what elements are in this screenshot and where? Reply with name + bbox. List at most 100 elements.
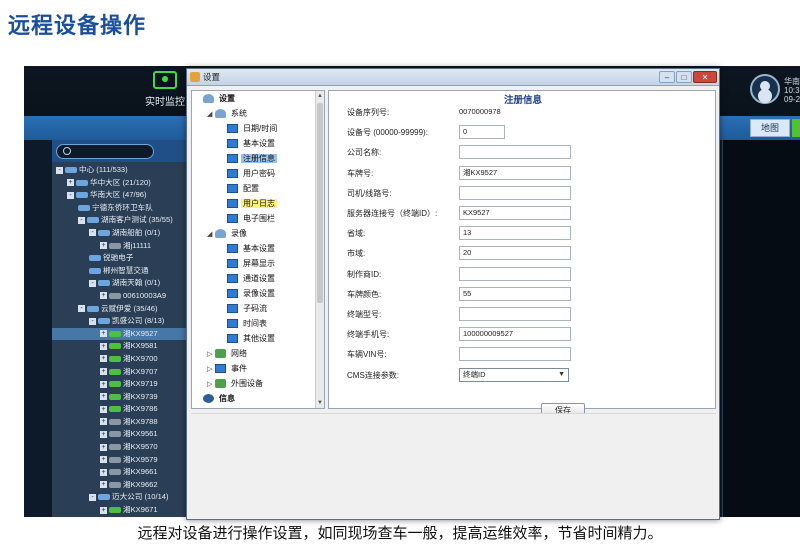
settings-tree-item[interactable]: ◢ 系统 bbox=[192, 106, 324, 121]
scroll-down-icon[interactable]: ▼ bbox=[317, 399, 323, 407]
expand-icon[interactable]: + bbox=[100, 342, 107, 350]
collapse-icon[interactable]: - bbox=[78, 216, 85, 224]
settings-tree-item[interactable]: 基本设置 bbox=[192, 136, 324, 151]
device-tree-row[interactable]: - 迈大公司 (10/14) bbox=[52, 491, 207, 504]
device-tree-row[interactable]: + 湘KX9719 bbox=[52, 378, 207, 391]
settings-tree-item[interactable]: 配置 bbox=[192, 181, 324, 196]
device-tree-row[interactable]: - 中心 (111/533) bbox=[52, 164, 207, 177]
settings-tree-item[interactable]: 基本设置 bbox=[192, 241, 324, 256]
settings-tree-item[interactable]: 其他设置 bbox=[192, 331, 324, 346]
device-tree-row[interactable]: + 湘j11111 bbox=[52, 240, 207, 253]
settings-tree-item[interactable]: 时间表 bbox=[192, 316, 324, 331]
device-tree-row[interactable]: + 湘KX9527 bbox=[52, 327, 207, 341]
expander-icon[interactable]: ▷ bbox=[207, 347, 215, 362]
expand-icon[interactable]: + bbox=[100, 368, 107, 375]
device-tree-row[interactable]: + 湘KX9581 bbox=[52, 340, 207, 353]
expand-icon[interactable]: + bbox=[100, 405, 107, 413]
form-input[interactable] bbox=[459, 307, 571, 321]
device-tree-row[interactable]: + 湘KX9579 bbox=[52, 454, 207, 467]
device-tree-row[interactable]: - 湖南天翰 (0/1) bbox=[52, 277, 207, 290]
device-tree-row[interactable]: +00610003A9 bbox=[52, 290, 207, 303]
device-tree-row[interactable]: - 云赋伊爱 (35/46) bbox=[52, 303, 207, 316]
device-tree-row[interactable]: + 华中大区 (21/120) bbox=[52, 177, 207, 190]
settings-tree-item[interactable]: 录像设置 bbox=[192, 286, 324, 301]
collapse-icon[interactable]: - bbox=[67, 191, 74, 199]
device-tree-row[interactable]: 宁德东侨环卫车队 bbox=[52, 202, 207, 215]
settings-tree-item[interactable]: 子码流 bbox=[192, 301, 324, 316]
settings-tree-item[interactable]: 屏幕显示 bbox=[192, 256, 324, 271]
expand-icon[interactable]: + bbox=[100, 418, 107, 426]
settings-tree-item[interactable]: 电子围栏 bbox=[192, 211, 324, 226]
expand-icon[interactable]: + bbox=[100, 330, 107, 338]
expand-icon[interactable]: + bbox=[100, 393, 107, 401]
settings-tree-item[interactable]: 设置 bbox=[192, 91, 324, 106]
settings-tree-item[interactable]: ◢ 录像 bbox=[192, 226, 324, 241]
form-input[interactable] bbox=[459, 185, 571, 200]
collapse-icon[interactable]: - bbox=[78, 305, 85, 313]
device-tree-row[interactable]: + 湘KX9561 bbox=[52, 428, 207, 441]
device-tree-row[interactable]: + 湘KX9671 bbox=[52, 504, 207, 517]
realtime-monitor-button[interactable]: 实时监控 bbox=[142, 70, 188, 116]
device-tree-row[interactable]: 郴州智慧交通 bbox=[52, 265, 207, 278]
settings-tree-scrollbar[interactable]: ▲ ▼ bbox=[315, 91, 324, 408]
expand-icon[interactable]: + bbox=[100, 443, 107, 451]
form-input[interactable]: KX9527 bbox=[459, 206, 571, 220]
form-input[interactable]: 20 bbox=[459, 246, 571, 261]
scroll-up-icon[interactable]: ▲ bbox=[317, 92, 323, 100]
expander-icon[interactable]: ◢ bbox=[207, 107, 215, 122]
device-tree-row[interactable]: - 湖南客户测试 (35/55) bbox=[52, 214, 207, 227]
map-button[interactable]: 地图 bbox=[750, 119, 790, 137]
form-input[interactable] bbox=[459, 145, 571, 160]
expand-icon[interactable]: + bbox=[100, 481, 107, 489]
device-tree-row[interactable]: + 湘KX9700 bbox=[52, 353, 207, 366]
settings-tree-item[interactable]: 用户密码 bbox=[192, 166, 324, 181]
device-search-input[interactable] bbox=[56, 144, 154, 159]
device-tree-row[interactable]: - 湖南船舶 (0/1) bbox=[52, 227, 207, 240]
device-tree-row[interactable]: + 湘KX9662 bbox=[52, 479, 207, 492]
form-input[interactable]: 100000009527 bbox=[459, 327, 571, 342]
scroll-thumb[interactable] bbox=[317, 103, 323, 303]
user-avatar-icon[interactable] bbox=[750, 74, 780, 104]
settings-tree-item[interactable]: 日期/时间 bbox=[192, 121, 324, 136]
form-input[interactable] bbox=[459, 347, 571, 362]
settings-tree-item[interactable]: 用户日志 bbox=[192, 196, 324, 211]
collapse-icon[interactable]: - bbox=[89, 229, 96, 237]
settings-tree-item[interactable]: ▷ 网络 bbox=[192, 346, 324, 361]
expander-icon[interactable]: ▷ bbox=[207, 362, 215, 377]
map-extra-button[interactable] bbox=[792, 119, 800, 137]
expander-icon[interactable]: ◢ bbox=[207, 227, 215, 242]
collapse-icon[interactable]: - bbox=[89, 493, 96, 501]
minimize-button[interactable]: – bbox=[659, 71, 675, 83]
device-tree-row[interactable]: + 湘KX9739 bbox=[52, 391, 207, 404]
device-tree-row[interactable]: 锐驰电子 bbox=[52, 252, 207, 265]
form-input[interactable]: 0 bbox=[459, 125, 505, 140]
expand-icon[interactable]: + bbox=[100, 355, 107, 363]
device-tree-row[interactable]: + 湘KX9786 bbox=[52, 403, 207, 416]
form-input[interactable]: 13 bbox=[459, 226, 571, 241]
settings-tree-item[interactable]: ▷ 外围设备 bbox=[192, 376, 324, 391]
form-input[interactable]: 55 bbox=[459, 286, 571, 301]
device-tree-row[interactable]: - 凯盛公司 (8/13) bbox=[52, 315, 207, 328]
device-tree-row[interactable]: + 湘KX9707 bbox=[52, 366, 207, 379]
settings-tree-item[interactable]: 通道设置 bbox=[192, 271, 324, 286]
form-input[interactable] bbox=[459, 266, 571, 281]
expand-icon[interactable]: + bbox=[100, 506, 107, 514]
maximize-button[interactable]: □ bbox=[676, 71, 692, 83]
device-tree-row[interactable]: - 华南大区 (47/96) bbox=[52, 189, 207, 202]
settings-tree-item[interactable]: 注册信息 bbox=[192, 151, 324, 166]
expander-icon[interactable]: ▷ bbox=[207, 377, 215, 392]
close-button[interactable]: ✕ bbox=[693, 71, 717, 83]
settings-tree-item[interactable]: ▷ 事件 bbox=[192, 361, 324, 376]
expand-icon[interactable]: + bbox=[100, 242, 107, 250]
collapse-icon[interactable]: - bbox=[89, 317, 96, 325]
expand-icon[interactable]: + bbox=[100, 456, 107, 464]
form-input[interactable]: 湘KX9527 bbox=[459, 165, 571, 180]
device-tree-row[interactable]: + 湘KX9570 bbox=[52, 441, 207, 454]
device-tree-row[interactable]: + 湘KX9788 bbox=[52, 416, 207, 429]
cms-connection-select[interactable]: 终端ID ▼ bbox=[459, 367, 569, 382]
collapse-icon[interactable]: - bbox=[56, 166, 63, 174]
device-tree-row[interactable]: + 湘KX9661 bbox=[52, 466, 207, 479]
expand-icon[interactable]: + bbox=[100, 292, 107, 300]
expand-icon[interactable]: + bbox=[100, 380, 107, 388]
settings-tree-item[interactable]: 信息 bbox=[192, 391, 324, 406]
